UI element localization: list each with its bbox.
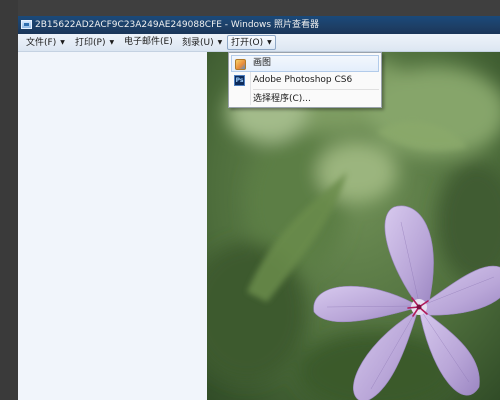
menu-file-label: 文件(F) [26, 38, 57, 48]
chevron-down-icon: ▼ [217, 39, 223, 46]
open-with-photoshop-label: Adobe Photoshop CS6 [253, 75, 353, 85]
photo-viewer-app-icon[interactable] [21, 20, 32, 29]
open-with-menu: 画图 Ps Adobe Photoshop CS6 选择程序(C)... [228, 52, 382, 108]
menu-open[interactable]: 打开(O) ▼ [227, 35, 276, 50]
title-bar[interactable]: 2B15622AD2ACF9C23A249AE249088CFE - Windo… [18, 16, 500, 34]
menu-bar: 文件(F) ▼ 打印(P) ▼ 电子邮件(E) 刻录(U) ▼ 打开(O) ▼ [18, 34, 500, 52]
menu-file[interactable]: 文件(F) ▼ [26, 34, 65, 51]
menu-open-label: 打开(O) [231, 38, 264, 48]
open-with-paint-label: 画图 [253, 58, 272, 68]
chevron-down-icon: ▼ [60, 39, 65, 46]
menu-burn-label: 刻录(U) [182, 38, 214, 48]
chevron-down-icon: ▼ [109, 39, 115, 46]
photo-viewer-window: 2B15622AD2ACF9C23A249AE249088CFE - Windo… [18, 16, 500, 400]
open-with-paint[interactable]: 画图 [231, 55, 379, 72]
chevron-down-icon: ▼ [267, 39, 272, 46]
photoshop-icon: Ps [234, 75, 245, 86]
choose-program-label: 选择程序(C)... [253, 94, 311, 104]
menu-print[interactable]: 打印(P) ▼ [75, 34, 114, 51]
menu-email[interactable]: 电子邮件(E) [124, 34, 173, 51]
paint-icon [235, 59, 246, 70]
menu-separator [253, 89, 379, 90]
menu-print-label: 打印(P) [75, 38, 106, 48]
open-with-photoshop[interactable]: Ps Adobe Photoshop CS6 [231, 72, 379, 89]
left-pane [18, 52, 207, 400]
window-title: 2B15622AD2ACF9C23A249AE249088CFE - Windo… [35, 20, 319, 30]
desktop-left-edge [0, 0, 18, 400]
menu-email-label: 电子邮件(E) [124, 37, 173, 47]
choose-program[interactable]: 选择程序(C)... [231, 91, 379, 108]
menu-burn[interactable]: 刻录(U) ▼ [182, 34, 222, 51]
